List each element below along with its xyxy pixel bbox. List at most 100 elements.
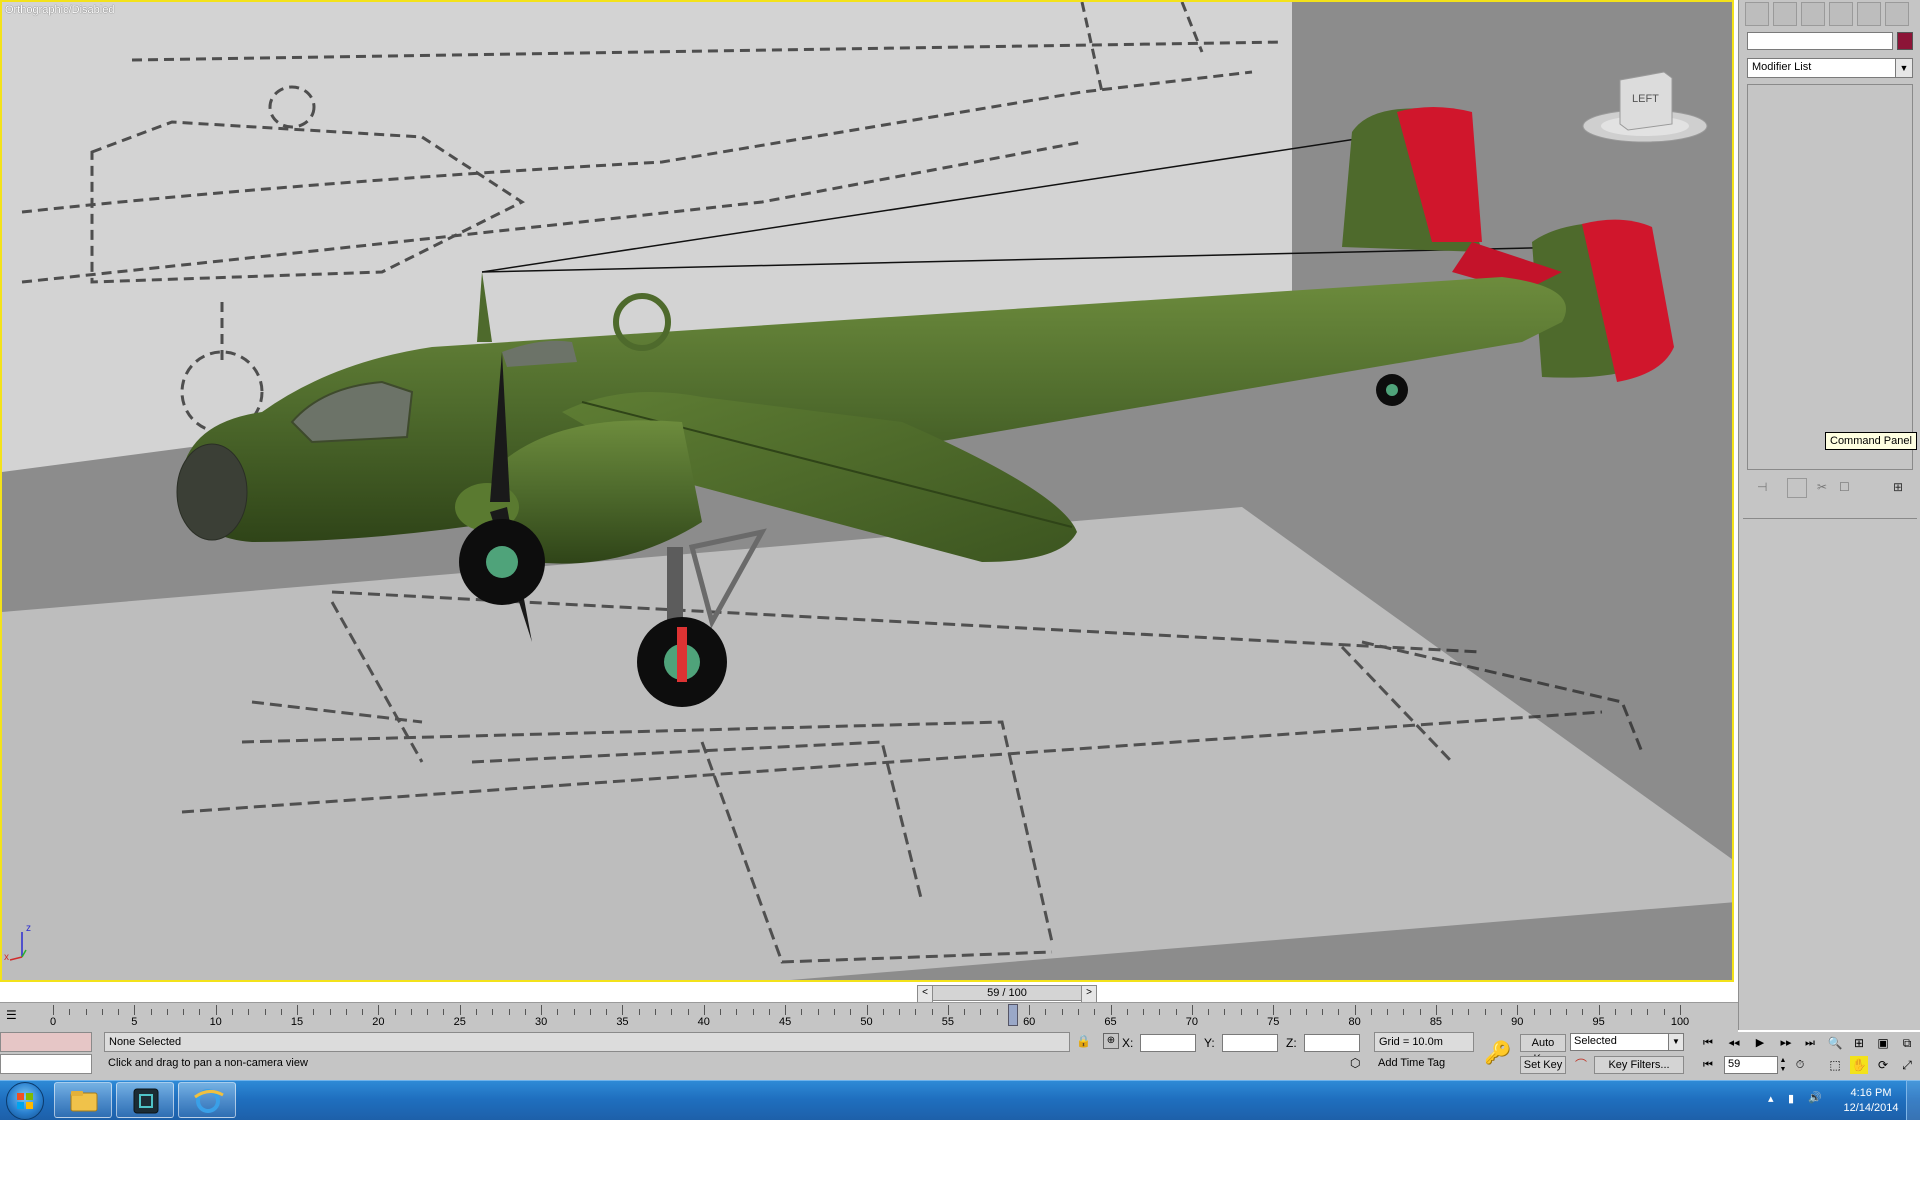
track-tick [736,1009,738,1015]
z-field[interactable] [1304,1034,1360,1052]
selection-lock-icon[interactable]: 🔒 [1076,1034,1091,1048]
start-button[interactable] [6,1082,44,1120]
axis-z-label: z [26,923,31,934]
command-panel-tooltip: Command Panel [1825,432,1917,450]
remove-modifier-icon[interactable]: ☐ [1839,480,1850,494]
create-icon[interactable] [1745,2,1769,26]
track-tick [1110,1005,1112,1015]
time-slider-label: 59 / 100 [987,987,1027,999]
windows-explorer-icon [70,1091,98,1112]
track-tick [785,1005,787,1015]
auto-key-button[interactable]: Auto Key [1520,1034,1566,1065]
prompt-line: Click and drag to pan a non-camera view [108,1057,308,1069]
track-tick [833,1009,835,1015]
track-tick [183,1009,185,1015]
track-tick [703,1005,705,1015]
go-to-end-icon[interactable]: ⏭ [1800,1034,1820,1052]
make-unique-icon[interactable]: ✂ [1817,480,1827,494]
hierarchy-icon[interactable] [1801,2,1825,26]
y-field[interactable] [1222,1034,1278,1052]
key-mode-toggle-icon[interactable]: ⏮ [1698,1056,1718,1074]
object-color-swatch[interactable] [1897,32,1913,50]
curve-editor-icon[interactable]: ☰ [6,1008,24,1024]
track-tick [1387,1009,1389,1015]
maximize-viewport-icon[interactable]: ⤢ [1898,1056,1916,1074]
time-cursor[interactable] [1007,1004,1018,1026]
perspective-viewport[interactable]: Orthographic/Disabled LEFT z x [0,0,1734,982]
frame-spinner[interactable]: ▲ ▼ [1778,1056,1788,1074]
track-tick [1533,1009,1535,1015]
show-end-result-icon[interactable] [1787,478,1807,498]
absolute-mode-icon[interactable]: ⊕ [1103,1033,1119,1049]
track-tick-label: 30 [534,1016,548,1028]
modify-icon[interactable] [1773,2,1797,26]
track-tick [329,1009,331,1015]
zoom-extents-all-icon[interactable]: ⧉ [1898,1034,1916,1052]
viewport-label[interactable]: Orthographic/Disabled [5,4,114,16]
taskbar-explorer[interactable] [54,1082,112,1118]
object-name-field[interactable] [1747,32,1893,50]
track-tick [817,1009,819,1015]
stack-toolbar: ⊣ ✂ ☐ ⊞ [1747,476,1913,502]
play-icon[interactable]: ▶ [1750,1034,1770,1052]
orbit-icon[interactable]: ⟳ [1874,1056,1892,1074]
motion-icon[interactable] [1829,2,1853,26]
track-tick [1061,1009,1063,1015]
show-hidden-icons[interactable]: ▴ [1768,1092,1774,1105]
modifier-list-dropdown[interactable]: Modifier List ▼ [1747,58,1913,78]
clock-time[interactable]: 4:16 PM [1838,1087,1904,1099]
below-screen-area [0,1120,1920,1200]
configure-sets-icon[interactable]: ⊞ [1893,480,1903,494]
track-tick [1045,1009,1047,1015]
next-frame-icon[interactable]: ▸▸ [1776,1034,1796,1052]
x-label: X: [1122,1036,1134,1050]
viewcube[interactable] [1582,62,1712,152]
key-filters-button[interactable]: Key Filters... [1594,1056,1684,1074]
track-tick [1631,1009,1633,1015]
go-to-start-icon[interactable]: ⏮ [1698,1034,1718,1052]
zoom-icon[interactable]: 🔍 [1826,1034,1844,1052]
pin-stack-icon[interactable]: ⊣ [1757,480,1767,494]
track-tick [297,1005,299,1015]
utilities-icon[interactable] [1885,2,1909,26]
track-tick-label: 15 [290,1016,304,1028]
zoom-all-icon[interactable]: ⊞ [1850,1034,1868,1052]
track-tick [231,1009,233,1015]
track-tick-label: 100 [1670,1016,1690,1028]
time-tag-icon[interactable]: ⬡ [1350,1056,1366,1072]
track-tick [459,1005,461,1015]
network-icon[interactable]: ▮ [1788,1092,1794,1105]
track-tick [1370,1009,1372,1015]
track-tick [1289,1009,1291,1015]
time-slider-prev[interactable]: < [917,985,933,1003]
key-mode-dropdown[interactable]: Selected ▼ [1570,1033,1684,1051]
clock-date[interactable]: 12/14/2014 [1834,1102,1908,1114]
volume-icon[interactable]: 🔊 [1808,1091,1822,1104]
track-tick [866,1005,868,1015]
show-desktop-button[interactable] [1906,1080,1920,1120]
time-configuration-icon[interactable]: ⏱ [1790,1056,1810,1074]
set-key-button[interactable]: Set Key [1520,1056,1566,1074]
add-time-tag[interactable]: Add Time Tag [1374,1054,1474,1074]
previous-frame-icon[interactable]: ◂◂ [1724,1034,1744,1052]
x-field[interactable] [1140,1034,1196,1052]
maxscript-output-mini[interactable] [0,1054,92,1074]
time-slider-next[interactable]: > [1081,985,1097,1003]
display-icon[interactable] [1857,2,1881,26]
taskbar-ie[interactable] [178,1082,236,1118]
track-tick-label: 20 [372,1016,385,1028]
maxscript-listener-mini[interactable] [0,1032,92,1052]
track-tick [394,1009,396,1015]
track-tick [1143,1009,1145,1015]
modifier-list-label: Modifier List [1752,61,1812,73]
zoom-extents-icon[interactable]: ▣ [1874,1034,1892,1052]
track-tick [1273,1005,1275,1015]
modifier-stack[interactable] [1747,84,1913,470]
set-keys-icon[interactable]: 🔑 [1480,1036,1516,1070]
default-tangent-icon[interactable]: ⌒ [1572,1056,1590,1074]
pan-view-icon[interactable]: ✋ [1850,1056,1868,1074]
current-frame-field[interactable]: 59 [1724,1056,1778,1074]
taskbar-3dsmax[interactable] [116,1082,174,1118]
time-slider[interactable]: < 59 / 100 > [917,985,1097,1003]
zoom-region-icon[interactable]: ⬚ [1826,1056,1844,1074]
